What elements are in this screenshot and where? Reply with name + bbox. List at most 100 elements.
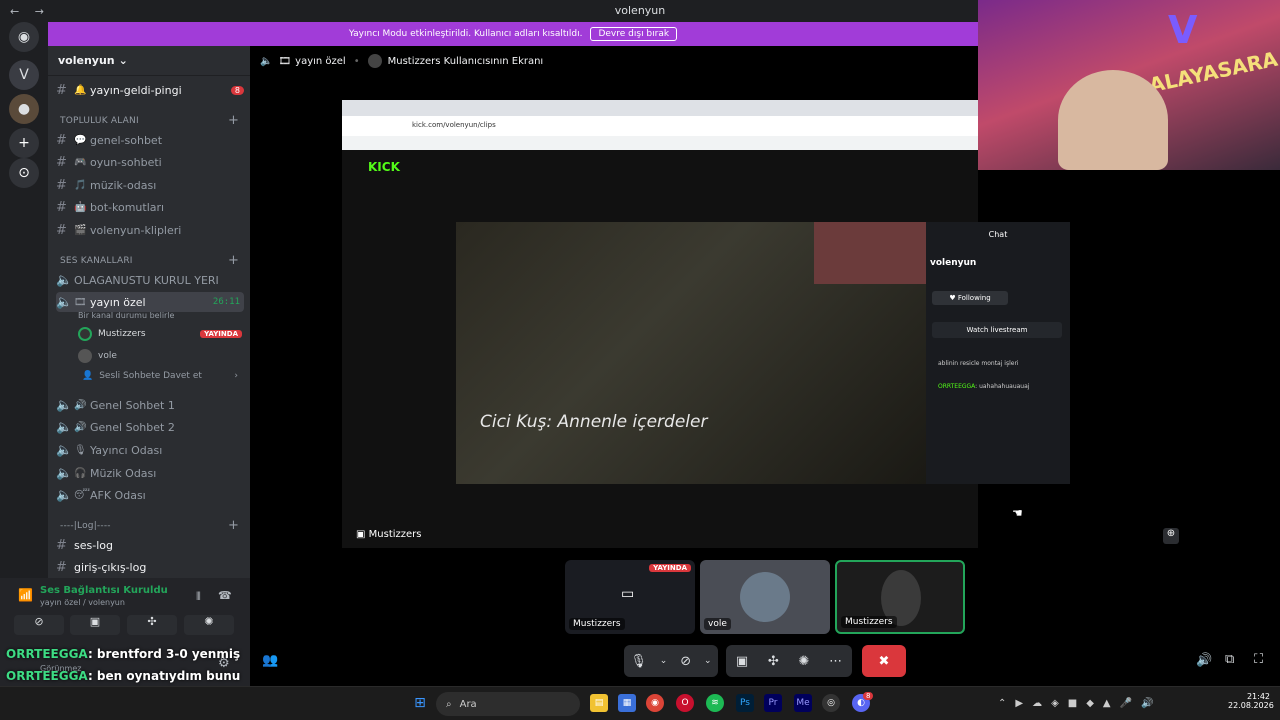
sleep-icon: 😴 (74, 489, 91, 501)
channel-oyun-sohbeti[interactable]: # 🎮 oyun-sohbeti (56, 152, 244, 172)
zoom-icon[interactable]: ⊕ (1163, 528, 1179, 544)
chrome-icon[interactable]: ◉ (646, 694, 664, 712)
invite-to-voice[interactable]: 👤 Sesli Sohbete Davet et › (82, 371, 238, 381)
hash-icon: # (56, 177, 67, 193)
screen-share-icon[interactable]: ▣ (736, 654, 748, 669)
voice-channel-yayinci[interactable]: 🔈 🎙 Yayıncı Odası (56, 440, 244, 460)
more-icon[interactable]: ⋯ (829, 654, 842, 669)
store-icon[interactable]: ▦ (618, 694, 636, 712)
member-vole[interactable]: vole (78, 349, 117, 363)
voice-channel-genel-2[interactable]: 🔈 🔊 Genel Sohbet 2 (56, 417, 244, 437)
server-name: volenyun (58, 54, 115, 67)
header-screen-title: Mustizzers Kullanıcısının Ekranı (387, 55, 544, 67)
voice-channel-muzik[interactable]: 🔈 🎧 Müzik Odası (56, 463, 244, 483)
avatar (78, 327, 92, 341)
invite-user-icon[interactable]: 👥 (262, 653, 278, 668)
shared-screen[interactable]: kick.com/volenyun/clips KICK Cici Kuş: A… (342, 100, 1070, 548)
server-icon-2[interactable]: ● (9, 94, 39, 124)
end-call-button[interactable]: ✖ (862, 645, 906, 677)
live-badge: YAYINDA (200, 330, 242, 338)
channel-ses-log[interactable]: # ses-log (56, 535, 244, 555)
member-mustizzers[interactable]: Mustizzers YAYINDA (78, 327, 242, 341)
tile-mustizzers-screen[interactable]: YAYINDA ▭ Mustizzers (565, 560, 695, 634)
discover-icon[interactable]: ⊙ (9, 158, 39, 188)
chevron-down-icon[interactable]: ⌄ (704, 656, 712, 666)
screen-icon: ▣ (356, 529, 366, 540)
category-topluluk[interactable]: TOPLULUK ALANI (60, 116, 139, 126)
channel-muzik-odasi[interactable]: # 🎵 müzik-odası (56, 175, 244, 195)
voice-channel-olaganustu[interactable]: 🔈 OLAGANUSTU KURUL YERI (56, 270, 244, 290)
disable-streamer-mode-button[interactable]: Devre dışı bırak (590, 27, 678, 41)
system-tray-icons[interactable]: ⌃▶☁◈■◆▲🎤🔊 (998, 698, 1163, 709)
premiere-icon[interactable]: Pr (764, 694, 782, 712)
channel-genel-sohbet[interactable]: # 💬 genel-sohbet (56, 130, 244, 150)
streamer-mode-banner: Yayıncı Modu etkinleştirildi. Kullanıcı … (48, 22, 978, 46)
activities-button[interactable]: ✣ (127, 615, 177, 635)
fullscreen-icon[interactable]: ⛶ (1254, 652, 1263, 667)
server-icon-volenyun[interactable]: V (9, 60, 39, 90)
category-log[interactable]: ----|Log|---- (60, 521, 111, 531)
add-server-icon[interactable]: + (9, 128, 39, 158)
speaker-icon: 🔈 (56, 487, 73, 503)
search-icon: ⌕ (446, 698, 452, 710)
microphone-icon[interactable]: 🎙 (630, 654, 647, 669)
taskbar-clock[interactable]: 21:42 22.08.2026 (1228, 692, 1274, 710)
file-explorer-icon[interactable]: ▤ (590, 694, 608, 712)
voice-connected-sub[interactable]: yayın özel / volenyun (40, 598, 125, 607)
speaker-icon: 🔈 (56, 419, 73, 435)
taskbar-search[interactable]: ⌕ Ara (436, 692, 580, 716)
opera-icon[interactable]: O (676, 694, 694, 712)
activities-icon[interactable]: ✣ (768, 654, 779, 669)
noise-suppression-icon[interactable]: ⦀ (196, 590, 201, 604)
speaker-icon: 🔈 (56, 397, 73, 413)
channel-yayin-geldi-pingi[interactable]: # 🔔 yayın-geldi-pingi 8 (56, 80, 244, 100)
kick-chat-message: ORRTEEGGA: uahahahuauauaj (938, 383, 1030, 390)
tile-vole[interactable]: vole (700, 560, 830, 634)
obs-icon[interactable]: ◎ (822, 694, 840, 712)
camera-off-button[interactable]: ⊘ (14, 615, 64, 635)
avatar (367, 54, 382, 68)
channel-volenyun-klipleri[interactable]: # 🎬 volenyun-klipleri (56, 220, 244, 240)
tile-label: Mustizzers (841, 616, 897, 628)
category-ses-kanallari[interactable]: SES KANALLARI (60, 256, 133, 266)
add-voice-channel-icon[interactable]: + (228, 253, 239, 268)
voice-channel-yayin-ozel[interactable]: 🔈 🎞 yayın özel 26:11 (56, 292, 244, 312)
windows-start-icon[interactable]: ⊞ (411, 694, 429, 712)
channel-giris-cikis-log[interactable]: # giriş-çıkış-log (56, 557, 244, 577)
browser-addressbar: kick.com/volenyun/clips (342, 116, 978, 136)
screen-share-button[interactable]: ▣ (70, 615, 120, 635)
add-channel-icon[interactable]: + (228, 113, 239, 128)
tile-mustizzers-cam[interactable]: Mustizzers (835, 560, 965, 634)
discord-home-icon[interactable]: ◉ (9, 22, 39, 52)
voice-connected-title[interactable]: Ses Bağlantısı Kuruldu (40, 585, 168, 596)
camera-off-icon[interactable]: ⊘ (680, 654, 691, 669)
media-encoder-icon[interactable]: Me (794, 694, 812, 712)
disconnect-icon[interactable]: ☎ (218, 589, 232, 602)
tile-label: vole (704, 618, 731, 630)
browser-tabs (342, 100, 978, 116)
spotify-icon[interactable]: ≋ (706, 694, 724, 712)
webcam-sign: ALAYASARA (1146, 46, 1280, 98)
popout-icon[interactable]: ⧉ (1225, 652, 1234, 667)
voice-channel-afk[interactable]: 🔈 😴 AFK Odası (56, 485, 244, 505)
server-header[interactable]: volenyun ⌄ (48, 46, 250, 76)
voice-channel-genel-1[interactable]: 🔈 🔊 Genel Sohbet 1 (56, 395, 244, 415)
channel-status-prompt[interactable]: Bir kanal durumu belirle (78, 311, 174, 320)
add-log-channel-icon[interactable]: + (228, 518, 239, 533)
end-call-icon: ✖ (878, 653, 890, 669)
photoshop-icon[interactable]: Ps (736, 694, 754, 712)
volume-icon[interactable]: 🔊 (1196, 653, 1212, 668)
watch-livestream-button[interactable]: Watch livestream (932, 322, 1062, 338)
chevron-down-icon[interactable]: ⌄ (660, 656, 668, 666)
soundboard-icon[interactable]: ✺ (799, 654, 810, 669)
following-button[interactable]: ♥ Following (932, 291, 1008, 305)
hash-icon: # (56, 222, 67, 238)
video-player[interactable]: Cici Kuş: Annenle içerdeler (456, 222, 926, 484)
header-channel: yayın özel (295, 55, 346, 67)
microphone-icon: 🎙 (74, 444, 87, 456)
soundboard-button[interactable]: ✺ (184, 615, 234, 635)
avatar (78, 349, 92, 363)
person-add-icon: 👤 (82, 371, 94, 381)
hash-icon: # (56, 154, 67, 170)
channel-bot-komutlari[interactable]: # 🤖 bot-komutları (56, 197, 244, 217)
